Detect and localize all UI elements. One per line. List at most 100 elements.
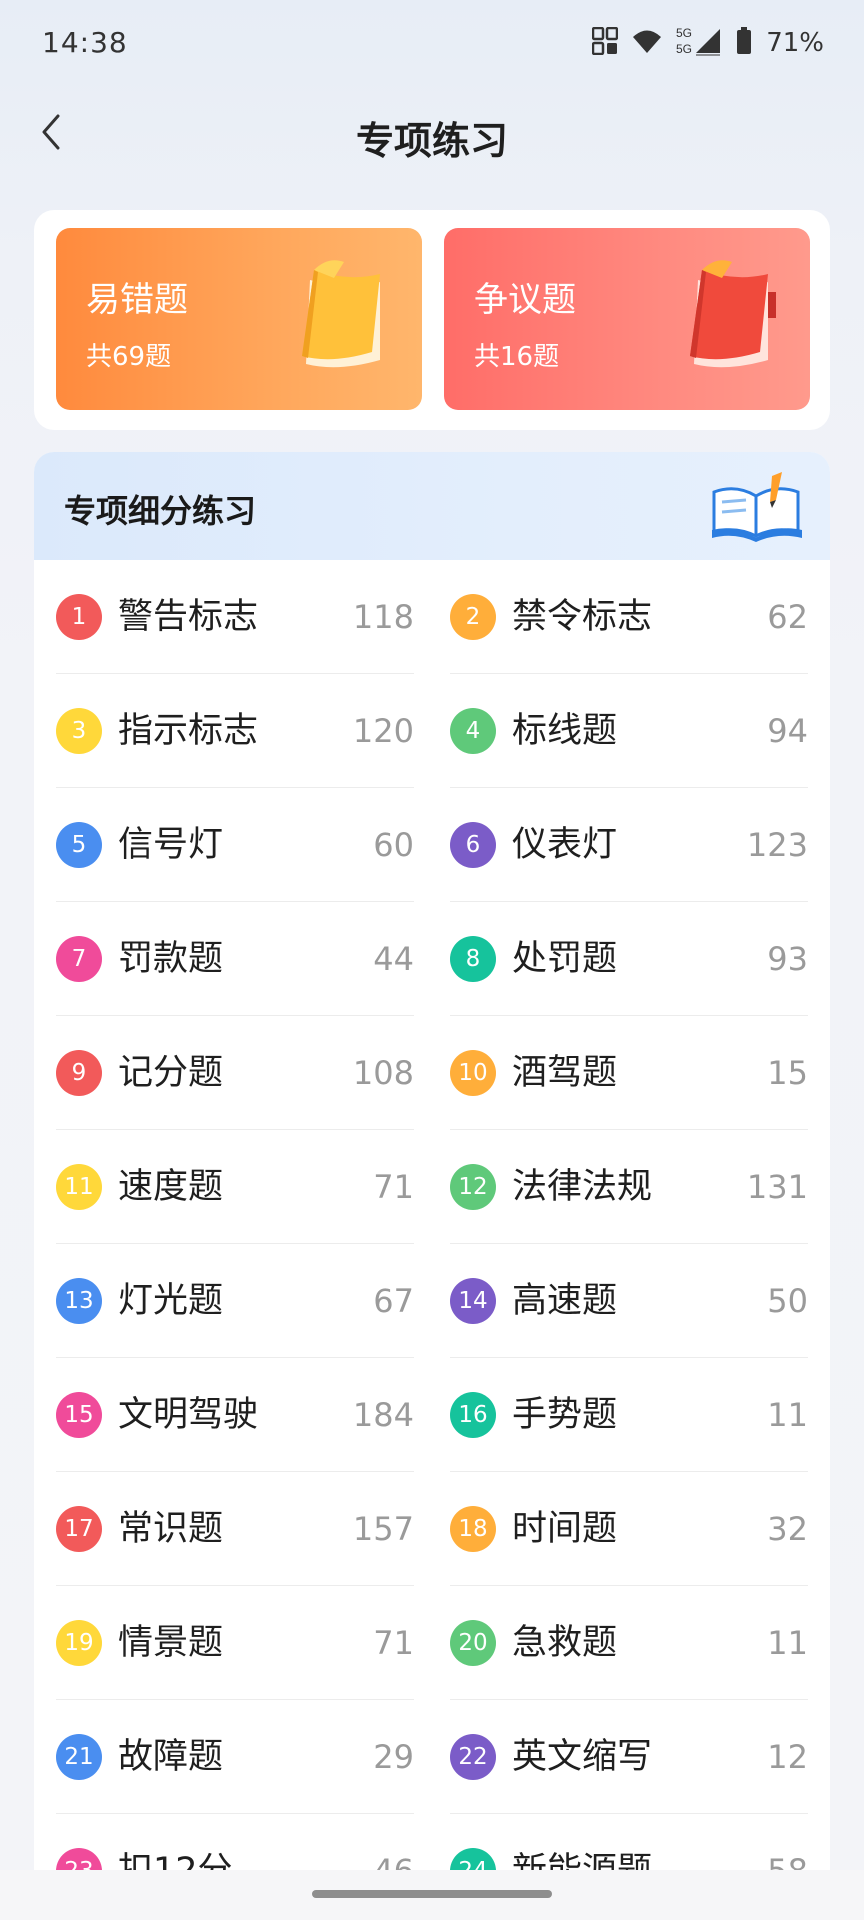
item-number-badge: 14 bbox=[450, 1278, 496, 1324]
battery-percentage: 71% bbox=[766, 28, 824, 58]
status-time: 14:38 bbox=[42, 26, 128, 59]
page-title: 专项练习 bbox=[355, 119, 508, 163]
item-label: 标线题 bbox=[512, 711, 618, 751]
disputed-questions-count: 共16题 bbox=[474, 342, 560, 372]
item-number-badge: 13 bbox=[56, 1278, 102, 1324]
list-item[interactable]: 22 英文缩写 12 bbox=[450, 1700, 808, 1814]
item-label: 信号灯 bbox=[118, 825, 224, 865]
wrong-questions-count: 共69题 bbox=[86, 342, 172, 372]
status-bar: 14:38 5G 5G 71% bbox=[0, 0, 864, 90]
list-item[interactable]: 11 速度题 71 bbox=[56, 1130, 414, 1244]
item-number-badge: 22 bbox=[450, 1734, 496, 1780]
battery-icon bbox=[736, 27, 752, 59]
item-label: 扣12分 bbox=[118, 1851, 233, 1872]
list-item[interactable]: 7 罚款题 44 bbox=[56, 902, 414, 1016]
wifi-icon bbox=[632, 28, 662, 58]
item-count: 71 bbox=[373, 1624, 414, 1662]
list-item[interactable]: 24 新能源题 58 bbox=[450, 1814, 808, 1872]
home-indicator[interactable] bbox=[312, 1890, 552, 1898]
item-label: 记分题 bbox=[118, 1053, 224, 1093]
item-label: 文明驾驶 bbox=[118, 1395, 259, 1435]
list-item[interactable]: 16 手势题 11 bbox=[450, 1358, 808, 1472]
practice-list-panel: 专项细分练习 1 警告标志 118 2 禁令标志 62 3 指示标志 120 4… bbox=[34, 452, 830, 1872]
item-count: 120 bbox=[352, 712, 414, 750]
item-number-badge: 23 bbox=[56, 1848, 102, 1872]
item-label: 法律法规 bbox=[512, 1167, 653, 1207]
list-item[interactable]: 9 记分题 108 bbox=[56, 1016, 414, 1130]
item-label: 高速题 bbox=[512, 1281, 618, 1321]
list-item[interactable]: 12 法律法规 131 bbox=[450, 1130, 808, 1244]
list-item[interactable]: 2 禁令标志 62 bbox=[450, 560, 808, 674]
item-label: 英文缩写 bbox=[512, 1737, 653, 1777]
list-item[interactable]: 17 常识题 157 bbox=[56, 1472, 414, 1586]
wrong-questions-card[interactable]: 易错题 共69题 bbox=[56, 228, 422, 410]
item-count: 60 bbox=[373, 826, 414, 864]
list-item[interactable]: 15 文明驾驶 184 bbox=[56, 1358, 414, 1472]
item-number-badge: 10 bbox=[450, 1050, 496, 1096]
disputed-questions-card[interactable]: 争议题 共16题 bbox=[444, 228, 810, 410]
item-count: 32 bbox=[767, 1510, 808, 1548]
item-label: 常识题 bbox=[118, 1509, 224, 1549]
item-label: 速度题 bbox=[118, 1167, 224, 1207]
list-item[interactable]: 10 酒驾题 15 bbox=[450, 1016, 808, 1130]
list-item[interactable]: 5 信号灯 60 bbox=[56, 788, 414, 902]
item-label: 罚款题 bbox=[118, 939, 224, 979]
item-number-badge: 6 bbox=[450, 822, 496, 868]
item-number-badge: 18 bbox=[450, 1506, 496, 1552]
item-label: 处罚题 bbox=[512, 939, 618, 979]
list-item[interactable]: 14 高速题 50 bbox=[450, 1244, 808, 1358]
item-label: 急救题 bbox=[512, 1623, 618, 1663]
item-number-badge: 17 bbox=[56, 1506, 102, 1552]
item-label: 酒驾题 bbox=[512, 1053, 618, 1093]
item-number-badge: 3 bbox=[56, 708, 102, 754]
item-count: 94 bbox=[767, 712, 808, 750]
open-book-icon bbox=[712, 472, 802, 542]
item-count: 58 bbox=[767, 1852, 808, 1872]
item-label: 故障题 bbox=[118, 1737, 224, 1777]
item-label: 仪表灯 bbox=[512, 825, 618, 865]
nfc-icon bbox=[591, 26, 619, 59]
list-item[interactable]: 23 扣12分 46 bbox=[56, 1814, 414, 1872]
list-item[interactable]: 4 标线题 94 bbox=[450, 674, 808, 788]
item-label: 手势题 bbox=[512, 1395, 618, 1435]
list-item[interactable]: 6 仪表灯 123 bbox=[450, 788, 808, 902]
item-number-badge: 19 bbox=[56, 1620, 102, 1666]
list-item[interactable]: 8 处罚题 93 bbox=[450, 902, 808, 1016]
list-title: 专项细分练习 bbox=[64, 492, 257, 530]
item-count: 44 bbox=[373, 940, 414, 978]
item-label: 灯光题 bbox=[118, 1281, 224, 1321]
feature-cards-container: 易错题 共69题 争议题 共16题 bbox=[34, 210, 830, 430]
item-count: 67 bbox=[373, 1282, 414, 1320]
item-count: 184 bbox=[352, 1396, 414, 1434]
list-item[interactable]: 21 故障题 29 bbox=[56, 1700, 414, 1814]
signal-icon: 5G 5G bbox=[676, 25, 722, 61]
list-item[interactable]: 1 警告标志 118 bbox=[56, 560, 414, 674]
item-count: 29 bbox=[373, 1738, 414, 1776]
item-count: 11 bbox=[767, 1396, 808, 1434]
wrong-questions-title: 易错题 bbox=[86, 280, 188, 320]
item-number-badge: 4 bbox=[450, 708, 496, 754]
item-count: 12 bbox=[767, 1738, 808, 1776]
item-count: 93 bbox=[767, 940, 808, 978]
item-count: 108 bbox=[352, 1054, 414, 1092]
item-count: 46 bbox=[373, 1852, 414, 1872]
list-item[interactable]: 3 指示标志 120 bbox=[56, 674, 414, 788]
list-item[interactable]: 13 灯光题 67 bbox=[56, 1244, 414, 1358]
item-label: 指示标志 bbox=[118, 711, 259, 751]
list-item[interactable]: 19 情景题 71 bbox=[56, 1586, 414, 1700]
item-count: 118 bbox=[352, 598, 414, 636]
item-number-badge: 8 bbox=[450, 936, 496, 982]
item-number-badge: 12 bbox=[450, 1164, 496, 1210]
header: 专项练习 bbox=[0, 100, 864, 170]
item-label: 情景题 bbox=[118, 1623, 224, 1663]
book-icon bbox=[302, 260, 380, 368]
item-count: 62 bbox=[767, 598, 808, 636]
svg-text:5G: 5G bbox=[676, 42, 692, 56]
list-item[interactable]: 18 时间题 32 bbox=[450, 1472, 808, 1586]
item-label: 警告标志 bbox=[118, 597, 259, 637]
item-number-badge: 1 bbox=[56, 594, 102, 640]
book-icon bbox=[690, 260, 776, 368]
item-count: 157 bbox=[352, 1510, 414, 1548]
item-number-badge: 7 bbox=[56, 936, 102, 982]
list-item[interactable]: 20 急救题 11 bbox=[450, 1586, 808, 1700]
